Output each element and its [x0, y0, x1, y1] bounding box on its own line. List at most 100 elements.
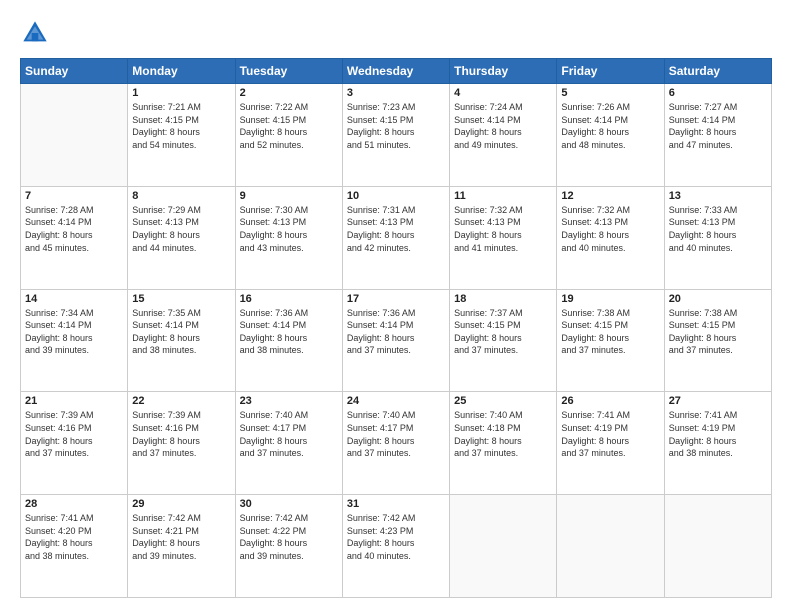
calendar-cell: 31 Sunrise: 7:42 AM Sunset: 4:23 PM Dayli…	[342, 495, 449, 598]
calendar-cell	[450, 495, 557, 598]
day-info: Sunrise: 7:28 AM Sunset: 4:14 PM Dayligh…	[25, 204, 123, 254]
calendar-day-header: Tuesday	[235, 59, 342, 84]
day-info: Sunrise: 7:36 AM Sunset: 4:14 PM Dayligh…	[240, 307, 338, 357]
calendar-cell: 16Sunrise: 7:36 AM Sunset: 4:14 PM Dayli…	[235, 289, 342, 392]
day-info: Sunrise: 7:32 AM Sunset: 4:13 PM Dayligh…	[454, 204, 552, 254]
calendar-cell: 12 Sunrise: 7:32 AM Sunset: 4:13 PM Dayli…	[557, 186, 664, 289]
calendar-cell: 29 Sunrise: 7:42 AM Sunset: 4:21 PM Dayli…	[128, 495, 235, 598]
calendar-cell: 2 Sunrise: 7:22 AM Sunset: 4:15 PM Daylig…	[235, 84, 342, 187]
calendar-cell: 1Sunrise: 7:21 AM Sunset: 4:15 PM Daylig…	[128, 84, 235, 187]
calendar-cell: 10 Sunrise: 7:31 AM Sunset: 4:13 PM Dayli…	[342, 186, 449, 289]
calendar-header-row: SundayMondayTuesdayWednesdayThursdayFrid…	[21, 59, 772, 84]
logo-icon	[20, 18, 50, 48]
day-info: Sunrise: 7:40 AM Sunset: 4:17 PM Dayligh…	[240, 409, 338, 459]
calendar-cell: 22 Sunrise: 7:39 AM Sunset: 4:16 PM Dayli…	[128, 392, 235, 495]
day-number: 22	[132, 395, 230, 407]
logo	[20, 18, 56, 48]
day-number: 18	[454, 293, 552, 305]
day-number: 6	[669, 87, 767, 99]
day-number: 24	[347, 395, 445, 407]
day-number: 19	[561, 293, 659, 305]
day-number: 13	[669, 190, 767, 202]
calendar-cell: 25 Sunrise: 7:40 AM Sunset: 4:18 PM Dayli…	[450, 392, 557, 495]
calendar-cell: 23 Sunrise: 7:40 AM Sunset: 4:17 PM Dayli…	[235, 392, 342, 495]
day-info: Sunrise: 7:22 AM Sunset: 4:15 PM Dayligh…	[240, 101, 338, 151]
calendar-cell: 14Sunrise: 7:34 AM Sunset: 4:14 PM Dayli…	[21, 289, 128, 392]
calendar-cell: 8Sunrise: 7:29 AM Sunset: 4:13 PM Daylig…	[128, 186, 235, 289]
day-number: 21	[25, 395, 123, 407]
page: SundayMondayTuesdayWednesdayThursdayFrid…	[0, 0, 792, 612]
day-info: Sunrise: 7:40 AM Sunset: 4:17 PM Dayligh…	[347, 409, 445, 459]
day-number: 5	[561, 87, 659, 99]
calendar-cell: 9Sunrise: 7:30 AM Sunset: 4:13 PM Daylig…	[235, 186, 342, 289]
day-info: Sunrise: 7:32 AM Sunset: 4:13 PM Dayligh…	[561, 204, 659, 254]
day-number: 31	[347, 498, 445, 510]
day-info: Sunrise: 7:34 AM Sunset: 4:14 PM Dayligh…	[25, 307, 123, 357]
calendar-week-row: 14Sunrise: 7:34 AM Sunset: 4:14 PM Dayli…	[21, 289, 772, 392]
calendar-week-row: 28Sunrise: 7:41 AM Sunset: 4:20 PM Dayli…	[21, 495, 772, 598]
calendar-cell	[21, 84, 128, 187]
calendar-week-row: 1Sunrise: 7:21 AM Sunset: 4:15 PM Daylig…	[21, 84, 772, 187]
day-number: 30	[240, 498, 338, 510]
calendar-day-header: Saturday	[664, 59, 771, 84]
day-number: 9	[240, 190, 338, 202]
calendar-week-row: 7Sunrise: 7:28 AM Sunset: 4:14 PM Daylig…	[21, 186, 772, 289]
day-number: 15	[132, 293, 230, 305]
calendar-cell: 27 Sunrise: 7:41 AM Sunset: 4:19 PM Dayli…	[664, 392, 771, 495]
day-info: Sunrise: 7:21 AM Sunset: 4:15 PM Dayligh…	[132, 101, 230, 151]
calendar-cell: 4Sunrise: 7:24 AM Sunset: 4:14 PM Daylig…	[450, 84, 557, 187]
calendar-cell: 20 Sunrise: 7:38 AM Sunset: 4:15 PM Dayli…	[664, 289, 771, 392]
day-number: 10	[347, 190, 445, 202]
day-number: 27	[669, 395, 767, 407]
day-info: Sunrise: 7:31 AM Sunset: 4:13 PM Dayligh…	[347, 204, 445, 254]
day-number: 23	[240, 395, 338, 407]
calendar-cell: 6 Sunrise: 7:27 AM Sunset: 4:14 PM Daylig…	[664, 84, 771, 187]
day-info: Sunrise: 7:37 AM Sunset: 4:15 PM Dayligh…	[454, 307, 552, 357]
day-info: Sunrise: 7:41 AM Sunset: 4:19 PM Dayligh…	[561, 409, 659, 459]
day-number: 20	[669, 293, 767, 305]
day-number: 12	[561, 190, 659, 202]
day-info: Sunrise: 7:40 AM Sunset: 4:18 PM Dayligh…	[454, 409, 552, 459]
calendar-cell: 15 Sunrise: 7:35 AM Sunset: 4:14 PM Dayli…	[128, 289, 235, 392]
calendar-cell: 26Sunrise: 7:41 AM Sunset: 4:19 PM Dayli…	[557, 392, 664, 495]
day-number: 29	[132, 498, 230, 510]
calendar-cell	[664, 495, 771, 598]
day-number: 25	[454, 395, 552, 407]
day-number: 4	[454, 87, 552, 99]
calendar-day-header: Wednesday	[342, 59, 449, 84]
day-info: Sunrise: 7:23 AM Sunset: 4:15 PM Dayligh…	[347, 101, 445, 151]
calendar-day-header: Thursday	[450, 59, 557, 84]
day-info: Sunrise: 7:36 AM Sunset: 4:14 PM Dayligh…	[347, 307, 445, 357]
calendar-cell: 3 Sunrise: 7:23 AM Sunset: 4:15 PM Daylig…	[342, 84, 449, 187]
calendar-day-header: Monday	[128, 59, 235, 84]
day-info: Sunrise: 7:38 AM Sunset: 4:15 PM Dayligh…	[561, 307, 659, 357]
calendar-week-row: 21 Sunrise: 7:39 AM Sunset: 4:16 PM Dayli…	[21, 392, 772, 495]
day-number: 11	[454, 190, 552, 202]
day-info: Sunrise: 7:27 AM Sunset: 4:14 PM Dayligh…	[669, 101, 767, 151]
calendar-cell: 18 Sunrise: 7:37 AM Sunset: 4:15 PM Dayli…	[450, 289, 557, 392]
calendar-cell: 21 Sunrise: 7:39 AM Sunset: 4:16 PM Dayli…	[21, 392, 128, 495]
day-info: Sunrise: 7:26 AM Sunset: 4:14 PM Dayligh…	[561, 101, 659, 151]
calendar-cell: 5 Sunrise: 7:26 AM Sunset: 4:14 PM Daylig…	[557, 84, 664, 187]
calendar-cell	[557, 495, 664, 598]
calendar-cell: 28Sunrise: 7:41 AM Sunset: 4:20 PM Dayli…	[21, 495, 128, 598]
calendar-table: SundayMondayTuesdayWednesdayThursdayFrid…	[20, 58, 772, 598]
day-number: 2	[240, 87, 338, 99]
day-number: 3	[347, 87, 445, 99]
calendar-cell: 17 Sunrise: 7:36 AM Sunset: 4:14 PM Dayli…	[342, 289, 449, 392]
day-number: 17	[347, 293, 445, 305]
day-info: Sunrise: 7:35 AM Sunset: 4:14 PM Dayligh…	[132, 307, 230, 357]
calendar-cell: 24 Sunrise: 7:40 AM Sunset: 4:17 PM Dayli…	[342, 392, 449, 495]
day-info: Sunrise: 7:39 AM Sunset: 4:16 PM Dayligh…	[132, 409, 230, 459]
day-info: Sunrise: 7:38 AM Sunset: 4:15 PM Dayligh…	[669, 307, 767, 357]
day-info: Sunrise: 7:41 AM Sunset: 4:19 PM Dayligh…	[669, 409, 767, 459]
day-info: Sunrise: 7:33 AM Sunset: 4:13 PM Dayligh…	[669, 204, 767, 254]
day-number: 28	[25, 498, 123, 510]
day-info: Sunrise: 7:29 AM Sunset: 4:13 PM Dayligh…	[132, 204, 230, 254]
day-info: Sunrise: 7:39 AM Sunset: 4:16 PM Dayligh…	[25, 409, 123, 459]
calendar-cell: 11 Sunrise: 7:32 AM Sunset: 4:13 PM Dayli…	[450, 186, 557, 289]
calendar-cell: 30Sunrise: 7:42 AM Sunset: 4:22 PM Dayli…	[235, 495, 342, 598]
day-info: Sunrise: 7:42 AM Sunset: 4:21 PM Dayligh…	[132, 512, 230, 562]
day-info: Sunrise: 7:42 AM Sunset: 4:23 PM Dayligh…	[347, 512, 445, 562]
calendar-day-header: Sunday	[21, 59, 128, 84]
